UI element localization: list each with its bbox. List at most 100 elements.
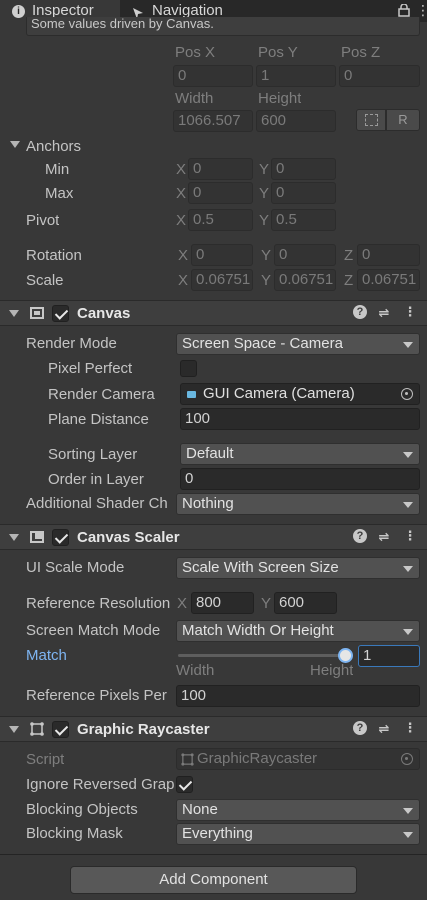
canvas-scaler-title: Canvas Scaler	[77, 529, 180, 546]
ui-scale-mode-value: Scale With Screen Size	[182, 559, 339, 576]
render-mode-dropdown[interactable]: Screen Space - Camera	[176, 333, 420, 355]
scale-x-axis: X	[178, 272, 189, 289]
pos-x-field[interactable]: 0	[173, 65, 253, 87]
min-y-field[interactable]: 0	[271, 158, 336, 180]
object-picker-icon	[401, 753, 413, 765]
script-field: GraphicRaycaster	[176, 748, 420, 770]
rot-x-field[interactable]: 0	[191, 244, 253, 266]
order-in-layer-field[interactable]: 0	[180, 468, 420, 490]
reference-ppu-field[interactable]: 100	[176, 685, 420, 707]
sorting-layer-dropdown[interactable]: Default	[180, 443, 420, 465]
object-picker-icon[interactable]	[401, 388, 413, 400]
shader-channels-dropdown[interactable]: Nothing	[176, 493, 420, 515]
blocking-mask-value: Everything	[182, 825, 253, 842]
ignore-reversed-checkbox[interactable]	[176, 776, 193, 793]
ref-res-y-axis: Y	[261, 595, 272, 612]
max-y-field[interactable]: 0	[271, 182, 336, 204]
rot-y-field[interactable]: 0	[274, 244, 336, 266]
max-y-axis: Y	[259, 185, 270, 202]
sorting-layer-value: Default	[186, 445, 234, 462]
help-icon[interactable]: ?	[353, 529, 367, 543]
rot-z-axis: Z	[344, 247, 354, 264]
blueprint-mode-button[interactable]	[356, 109, 386, 131]
render-mode-label: Render Mode	[26, 335, 117, 352]
scale-z-field[interactable]: 0.06751	[357, 269, 420, 291]
screen-match-mode-dropdown[interactable]: Match Width Or Height	[176, 620, 420, 642]
plane-distance-label: Plane Distance	[48, 411, 149, 428]
render-mode-value: Screen Space - Camera	[182, 335, 343, 352]
blocking-mask-dropdown[interactable]: Everything	[176, 823, 420, 845]
render-camera-field[interactable]: GUI Camera (Camera)	[180, 383, 420, 405]
rot-z-field[interactable]: 0	[357, 244, 420, 266]
canvas-scaler-fold-icon[interactable]	[9, 534, 19, 541]
pivot-y-field[interactable]: 0.5	[271, 209, 336, 231]
pivot-x-field[interactable]: 0.5	[188, 209, 253, 231]
pivot-x-axis: X	[176, 212, 187, 229]
more-icon[interactable]: ⋮	[403, 528, 417, 544]
chevron-down-icon	[403, 566, 413, 572]
preset-icon[interactable]: ⇌	[377, 721, 391, 737]
script-icon	[181, 752, 194, 766]
canvas-scaler-enabled-checkbox[interactable]	[52, 529, 69, 546]
rot-x-axis: X	[178, 247, 189, 264]
order-in-layer-label: Order in Layer	[48, 471, 144, 488]
blocking-objects-value: None	[182, 801, 218, 818]
pos-y-label: Pos Y	[258, 44, 298, 61]
more-icon[interactable]: ⋮	[403, 304, 417, 320]
canvas-fold-icon[interactable]	[9, 310, 19, 317]
blocking-objects-dropdown[interactable]: None	[176, 799, 420, 821]
add-component-button[interactable]: Add Component	[70, 866, 357, 894]
max-x-axis: X	[176, 185, 187, 202]
height-label: Height	[258, 90, 302, 107]
info-text: Some values driven by Canvas.	[31, 17, 214, 31]
max-x-field[interactable]: 0	[188, 182, 253, 204]
rotation-label: Rotation	[26, 247, 82, 264]
more-icon[interactable]: ⋮	[403, 720, 417, 736]
graphic-raycaster-header[interactable]: Graphic Raycaster ? ⇌ ⋮	[0, 716, 427, 742]
chevron-down-icon	[403, 629, 413, 635]
ref-res-x-field[interactable]: 800	[191, 592, 254, 614]
width-field[interactable]: 1066.507	[173, 110, 253, 132]
preset-icon[interactable]: ⇌	[377, 529, 391, 545]
chevron-down-icon	[403, 808, 413, 814]
ui-scale-mode-label: UI Scale Mode	[26, 559, 125, 576]
anchors-fold-icon[interactable]	[10, 141, 20, 148]
plane-distance-field[interactable]: 100	[180, 408, 420, 430]
match-label: Match	[26, 647, 67, 664]
ref-res-y-field[interactable]: 600	[274, 592, 337, 614]
canvas-header[interactable]: Canvas ? ⇌ ⋮	[0, 300, 427, 326]
width-label: Width	[175, 90, 214, 107]
shader-channels-value: Nothing	[182, 495, 234, 512]
add-component-label: Add Component	[159, 871, 268, 888]
pos-z-field[interactable]: 0	[339, 65, 420, 87]
graphic-raycaster-title: Graphic Raycaster	[77, 721, 210, 738]
lock-icon[interactable]	[398, 3, 410, 17]
min-x-field[interactable]: 0	[188, 158, 253, 180]
scale-x-field[interactable]: 0.06751	[191, 269, 253, 291]
shader-channels-label: Additional Shader Ch	[26, 495, 168, 512]
max-label: Max	[45, 185, 74, 202]
pos-y-field[interactable]: 1	[256, 65, 336, 87]
raycaster-icon	[30, 722, 44, 736]
blocking-objects-label: Blocking Objects	[26, 801, 138, 818]
divider	[0, 854, 427, 855]
scale-y-axis: Y	[261, 272, 272, 289]
min-y-axis: Y	[259, 161, 270, 178]
height-field[interactable]: 600	[256, 110, 336, 132]
raw-edit-button[interactable]: R	[386, 109, 420, 131]
canvas-scaler-header[interactable]: Canvas Scaler ? ⇌ ⋮	[0, 524, 427, 550]
help-icon[interactable]: ?	[353, 305, 367, 319]
graphic-raycaster-enabled-checkbox[interactable]	[52, 721, 69, 738]
help-icon[interactable]: ?	[353, 721, 367, 735]
match-value-field[interactable]: 1	[358, 645, 420, 667]
canvas-enabled-checkbox[interactable]	[52, 305, 69, 322]
preset-icon[interactable]: ⇌	[377, 305, 391, 321]
scale-y-field[interactable]: 0.06751	[274, 269, 336, 291]
match-slider[interactable]	[178, 648, 353, 663]
pixel-perfect-checkbox[interactable]	[180, 360, 197, 377]
graphic-raycaster-fold-icon[interactable]	[9, 726, 19, 733]
ref-res-x-axis: X	[177, 595, 188, 612]
blocking-mask-label: Blocking Mask	[26, 825, 123, 842]
canvas-scaler-icon	[30, 531, 44, 543]
ui-scale-mode-dropdown[interactable]: Scale With Screen Size	[176, 557, 420, 579]
